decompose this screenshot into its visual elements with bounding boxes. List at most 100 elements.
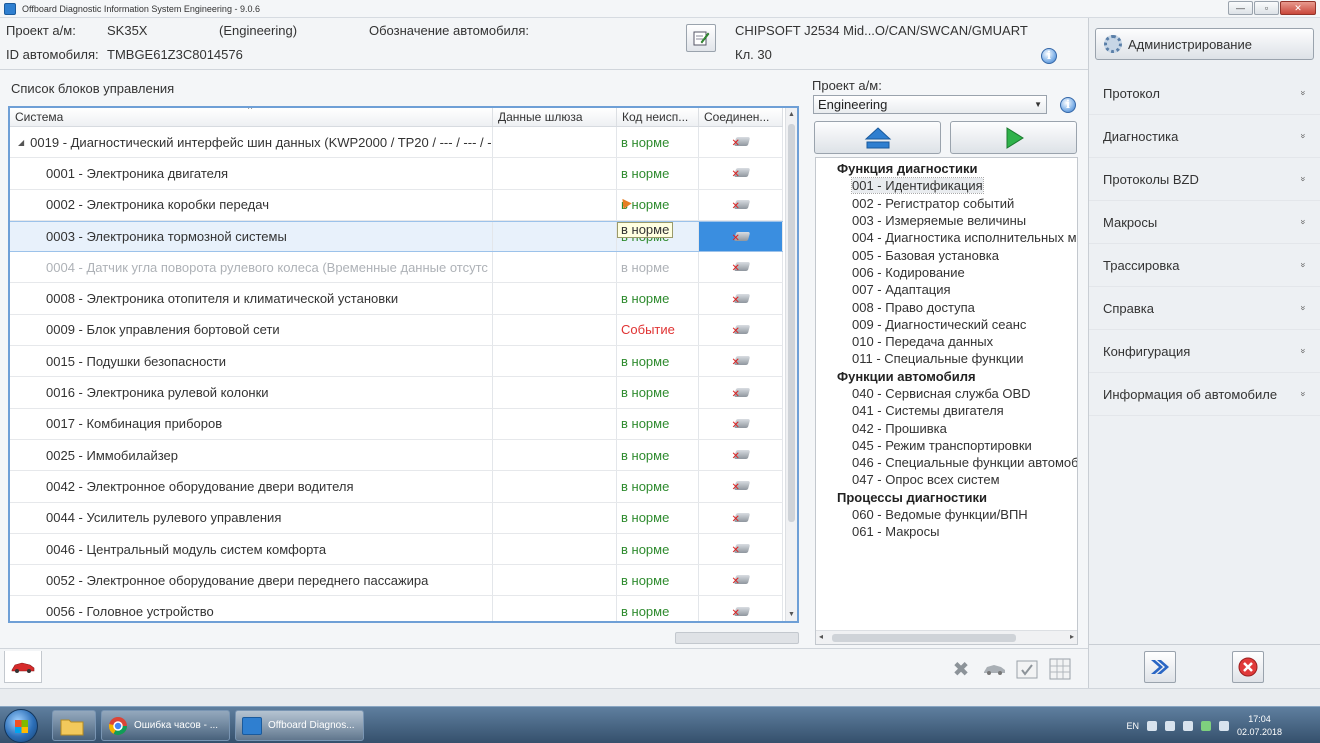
connection-cell[interactable]: ✕ (699, 377, 783, 408)
connection-cell[interactable]: ✕ (699, 127, 783, 158)
column-gateway-data[interactable]: Данные шлюза (493, 108, 617, 126)
cancel-button[interactable] (1232, 651, 1264, 683)
table-row[interactable]: 0046 - Центральный модуль систем комфорт… (10, 533, 783, 566)
tree-item[interactable]: 045 - Режим транспортировки (816, 437, 1077, 454)
tree-item[interactable]: 010 - Передача данных (816, 333, 1077, 350)
connection-cell[interactable]: ✕ (699, 502, 783, 533)
volume-tray-icon[interactable] (1182, 720, 1193, 731)
maximize-button[interactable]: ▫ (1254, 1, 1279, 15)
sidebar-menu-item[interactable]: Трассировка » (1089, 244, 1320, 287)
expand-triangle-icon[interactable]: ◢ (18, 138, 24, 147)
table-row[interactable]: 0008 - Электроника отопителя и климатиче… (10, 283, 783, 315)
table-row[interactable]: 0004 - Датчик угла поворота рулевого кол… (10, 252, 783, 284)
tree-item[interactable]: 005 - Базовая установка (816, 246, 1077, 263)
table-horizontal-scrollbar[interactable] (675, 632, 799, 644)
forward-button[interactable] (1144, 651, 1176, 683)
edit-vehicle-button[interactable] (686, 24, 716, 52)
tree-item[interactable]: 046 - Специальные функции автомоб (816, 454, 1077, 471)
sidebar-menu-item[interactable]: Макросы » (1089, 201, 1320, 244)
device-tray-icon[interactable] (1218, 720, 1229, 731)
vehicle-tab[interactable] (4, 651, 42, 683)
connection-cell[interactable]: ✕ (699, 252, 783, 283)
tree-horizontal-scrollbar[interactable]: ◂ ▸ (816, 630, 1077, 644)
tree-item[interactable]: 061 - Макросы (816, 523, 1077, 540)
table-row[interactable]: 0017 - Комбинация приборов в норме ✕ (10, 408, 783, 440)
car-tool-icon[interactable] (981, 657, 1007, 681)
middle-info-icon[interactable]: i (1060, 97, 1076, 113)
play-button[interactable] (950, 121, 1077, 154)
scroll-left-icon[interactable]: ◂ (819, 632, 823, 641)
tree-item[interactable]: 006 - Кодирование (816, 264, 1077, 281)
checklist-tool-icon[interactable] (1014, 657, 1040, 681)
tree-group[interactable]: Функции автомобиля (816, 368, 1077, 385)
chrome-taskbar-item[interactable]: Ошибка часов - ... (101, 710, 230, 741)
tree-item[interactable]: 002 - Регистратор событий (816, 195, 1077, 212)
tree-item[interactable]: 003 - Измеряемые величины (816, 212, 1077, 229)
scroll-right-icon[interactable]: ▸ (1070, 632, 1074, 641)
tree-item[interactable]: 040 - Сервисная служба OBD (816, 385, 1077, 402)
tree-item[interactable]: 001 - Идентификация (816, 177, 1077, 195)
table-row[interactable]: 0015 - Подушки безопасности в норме ✕ (10, 346, 783, 378)
tree-item[interactable]: 004 - Диагностика исполнительных ме (816, 229, 1077, 246)
column-system[interactable]: Система ^ (10, 108, 493, 126)
project-select[interactable]: Engineering ▼ (813, 95, 1047, 114)
connection-cell[interactable]: ✕ (699, 439, 783, 471)
security-tray-icon[interactable] (1200, 720, 1211, 731)
close-button[interactable]: ✕ (1280, 1, 1316, 15)
grid-tool-icon[interactable] (1047, 657, 1073, 681)
connection-cell[interactable]: ✕ (699, 471, 783, 502)
minimize-button[interactable]: — (1228, 1, 1253, 15)
scroll-down-icon[interactable]: ▼ (788, 611, 795, 618)
table-row[interactable]: ◢ 0019 - Диагностический интерфейс шин да… (10, 127, 783, 159)
table-row[interactable]: 0044 - Усилитель рулевого управления в но… (10, 502, 783, 534)
tree-group[interactable]: Функция диагностики (816, 160, 1077, 177)
tree-item[interactable]: 047 - Опрос всех систем (816, 471, 1077, 488)
table-row[interactable]: 0025 - Иммобилайзер в норме ✕ (10, 439, 783, 472)
tree-scroll-thumb[interactable] (832, 634, 1016, 642)
administration-button[interactable]: Администрирование (1095, 28, 1314, 60)
sidebar-menu-item[interactable]: Протоколы BZD » (1089, 158, 1320, 201)
language-indicator[interactable]: EN (1126, 721, 1139, 731)
table-vertical-scrollbar[interactable]: ▲ ▼ (785, 108, 797, 621)
info-icon[interactable]: i (1041, 48, 1057, 64)
tree-item[interactable]: 041 - Системы двигателя (816, 402, 1077, 419)
table-row[interactable]: 0042 - Электронное оборудование двери во… (10, 471, 783, 503)
tree-item[interactable]: 011 - Специальные функции (816, 350, 1077, 367)
connection-cell[interactable]: ✕ (699, 314, 783, 346)
odis-taskbar-item[interactable]: Offboard Diagnos... (235, 710, 364, 741)
column-fault-code[interactable]: Код неисп... (617, 108, 699, 126)
column-connection[interactable]: Соединен... (699, 108, 783, 126)
connection-cell[interactable]: ✕ (699, 221, 783, 252)
tree-item[interactable]: 042 - Прошивка (816, 419, 1077, 436)
table-row[interactable]: 0052 - Электронное оборудование двери пе… (10, 565, 783, 597)
tree-item[interactable]: 007 - Адаптация (816, 281, 1077, 298)
scroll-thumb[interactable] (788, 124, 795, 522)
sidebar-menu-item[interactable]: Конфигурация » (1089, 330, 1320, 373)
flag-tray-icon[interactable] (1146, 720, 1157, 731)
sidebar-menu-item[interactable]: Справка » (1089, 287, 1320, 330)
scroll-up-icon[interactable]: ▲ (788, 111, 795, 118)
sidebar-menu-item[interactable]: Информация об автомобиле » (1089, 373, 1320, 416)
file-explorer-taskbar-item[interactable] (52, 710, 96, 741)
tree-group[interactable]: Процессы диагностики (816, 489, 1077, 506)
connection-cell[interactable]: ✕ (699, 596, 783, 621)
table-row[interactable]: 0001 - Электроника двигателя в норме ✕ (10, 158, 783, 190)
sidebar-menu-item[interactable]: Диагностика » (1089, 115, 1320, 158)
tree-item[interactable]: 009 - Диагностический сеанс (816, 316, 1077, 333)
connection-cell[interactable]: ✕ (699, 158, 783, 189)
eject-button[interactable] (814, 121, 941, 154)
sidebar-menu-item[interactable]: Протокол » (1089, 72, 1320, 115)
start-button[interactable] (4, 709, 38, 743)
table-row[interactable]: 0056 - Головное устройство в норме ✕ (10, 596, 783, 621)
connection-cell[interactable]: ✕ (699, 283, 783, 314)
connection-cell[interactable]: ✕ (699, 533, 783, 565)
clock[interactable]: 17:04 02.07.2018 (1237, 713, 1282, 739)
tree-item[interactable]: 008 - Право доступа (816, 298, 1077, 315)
table-row[interactable]: 0016 - Электроника рулевой колонки в норм… (10, 377, 783, 409)
connection-cell[interactable]: ✕ (699, 408, 783, 439)
connection-cell[interactable]: ✕ (699, 565, 783, 596)
connection-cell[interactable]: ✕ (699, 189, 783, 220)
tree-item[interactable]: 060 - Ведомые функции/ВПН (816, 506, 1077, 523)
delete-tool-icon[interactable]: ✖ (948, 657, 974, 681)
network-tray-icon[interactable] (1164, 720, 1175, 731)
